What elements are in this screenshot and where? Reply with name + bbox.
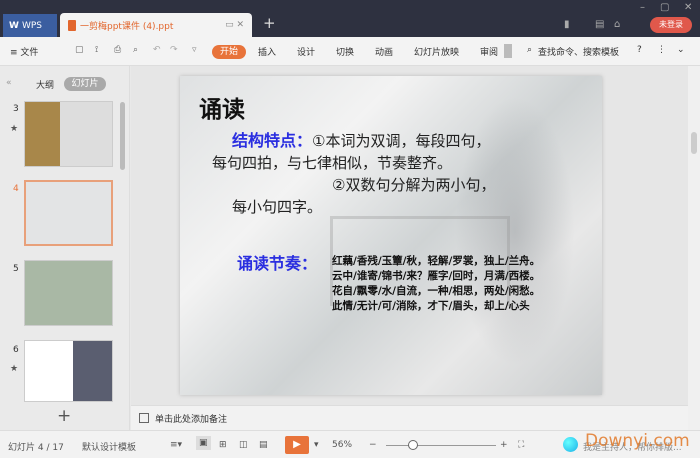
maximize-icon[interactable]: ▢ [660,2,669,13]
presenter-view-icon[interactable]: ▤ [259,440,268,450]
wps-logo-icon: W [9,20,19,31]
format-painter-icon[interactable]: ⟟ [95,45,98,55]
tab-outline[interactable]: 大纲 [36,78,54,91]
minimize-icon[interactable]: – [640,2,645,13]
zoom-slider[interactable] [386,445,496,446]
structure-label: 结构特点： [232,131,313,150]
rhythm-label: 诵读节奏： [237,254,318,273]
watermark: Downyi.com [585,431,690,451]
fit-window-icon[interactable]: ⛶ [518,440,524,450]
text-line: 每句四拍，与七律相似，节奏整齐。 [212,154,453,172]
more-icon[interactable]: ▿ [192,45,197,55]
assistant-orb-icon[interactable] [563,437,578,452]
structure-text: 结构特点：①本词为双调，每段四句， 每句四拍，与七律相似，节奏整齐。 ②双数句分… [212,130,532,218]
text-line: 每小句四字。 [232,198,323,216]
file-menu[interactable]: ≡ 文件 [10,45,38,58]
slide-sorter-icon[interactable]: ⊞ [219,440,227,450]
slide-thumbnail-3[interactable] [24,101,113,167]
notes-placeholder[interactable]: 单击此处添加备注 [155,412,227,425]
search-icon[interactable]: ⌕ [527,45,532,55]
animation-star-icon: ★ [10,364,19,374]
play-dropdown-icon[interactable]: ▾ [314,440,319,450]
zoom-out-button[interactable]: − [369,440,377,450]
undo-icon[interactable]: ↶ [153,45,161,55]
print-icon[interactable]: ⎙ [114,45,121,55]
text-line: 花自/飘零/水/自流，一种/相思，两处/闲愁。 [332,285,541,297]
search-commands[interactable]: 查找命令、搜索模板 [538,45,619,58]
template-name[interactable]: 默认设计模板 [82,440,136,453]
ppt-file-icon [68,19,76,31]
doc-title: 一剪梅ppt课件 (4).ppt [80,21,174,32]
status-bar: 幻灯片 4 / 17 默认设计模板 ≡▾ ▣ ⊞ ◫ ▤ ▶ ▾ 56% − +… [0,430,700,458]
slide[interactable]: 诵读 结构特点：①本词为双调，每段四句， 每句四拍，与七律相似，节奏整齐。 ②双… [180,76,602,395]
notes-toggle-icon[interactable]: ≡▾ [170,440,182,450]
login-button[interactable]: 未登录 [650,17,692,33]
toolbar: ≡ 文件 ▢ ⟟ ⎙ ⌕ ↶ ↷ ▿ 开始 插入 设计 切换 动画 幻灯片放映 … [0,37,700,66]
add-slide-button[interactable]: + [57,406,71,426]
slide-thumbnail-4[interactable] [24,180,113,246]
panel-scrollbar[interactable] [120,102,125,170]
rhythm-text: 红藕/香残/玉簟/秋，轻解/罗裳，独上/兰舟。 云中/谁寄/锦书/来？雁字/回时… [332,254,540,314]
tab-insert[interactable]: 插入 [258,45,276,58]
document-tab[interactable]: 一剪梅ppt课件 (4).ppt ▭ ✕ [60,13,252,37]
slide-canvas: 诵读 结构特点：①本词为双调，每段四句， 每句四拍，与七律相似，节奏整齐。 ②双… [131,66,688,405]
slide-number: 5 [13,264,19,274]
notes-bar[interactable]: 单击此处添加备注 [131,405,688,430]
tab-slides[interactable]: 幻灯片 [64,77,106,91]
more-options-icon[interactable]: ⋮ [657,45,666,55]
redo-icon[interactable]: ↷ [170,45,178,55]
tab-scroll-button[interactable] [504,44,512,58]
tab-animation[interactable]: 动画 [375,45,393,58]
text-line: 此情/无计/可/消除，才下/眉头，却上/心头 [332,300,530,312]
close-window-icon[interactable]: ✕ [684,2,692,13]
play-slideshow-button[interactable]: ▶ [285,436,309,454]
normal-view-icon[interactable]: ▣ [196,436,211,450]
close-tab-icon[interactable]: ▭ ✕ [225,20,244,30]
tab-transition[interactable]: 切换 [336,45,354,58]
layout-icon[interactable]: ▮ [564,19,570,30]
preview-icon[interactable]: ⌕ [133,45,138,55]
slide-number: 4 [13,184,19,194]
slide-thumbnail-5[interactable] [24,260,113,326]
collapse-ribbon-icon[interactable]: ⌄ [677,45,685,55]
slide-title: 诵读 [199,97,245,123]
collapse-panel-icon[interactable]: « [6,78,12,88]
title-bar: W WPS 一剪梅ppt课件 (4).ppt ▭ ✕ + ▮ ▤ ⌂ – ▢ ✕ 未… [0,0,700,37]
help-button[interactable]: ? [637,45,642,55]
wps-home-tab[interactable]: W WPS [3,14,57,37]
new-tab-button[interactable]: + [263,14,276,32]
shirt-icon[interactable]: ⌂ [614,19,620,30]
text-line: ②双数句分解为两小句， [332,176,496,194]
scroll-thumb[interactable] [691,132,697,154]
notes-icon [139,413,149,423]
slide-counter: 幻灯片 4 / 17 [8,443,64,453]
vertical-scrollbar[interactable] [688,66,700,430]
wps-label: WPS [21,20,42,31]
skin-icon[interactable]: ▤ [595,19,604,30]
reading-view-icon[interactable]: ◫ [239,440,248,450]
tab-start[interactable]: 开始 [212,45,246,59]
save-icon[interactable]: ▢ [75,45,84,55]
zoom-in-button[interactable]: + [500,440,508,450]
tab-slideshow[interactable]: 幻灯片放映 [414,45,459,58]
text-line: ①本词为双调，每段四句， [312,132,491,150]
slide-thumbnail-6[interactable] [24,340,113,402]
text-line: 云中/谁寄/锦书/来？雁字/回时，月满/西楼。 [332,270,541,282]
animation-star-icon: ★ [10,124,19,134]
tab-design[interactable]: 设计 [297,45,315,58]
slide-panel: « 大纲 幻灯片 3 ★ 4 5 6 ★ + [0,66,130,430]
zoom-level[interactable]: 56% [332,440,352,450]
slide-number: 6 [13,345,19,355]
slide-number: 3 [13,104,19,114]
zoom-slider-knob[interactable] [408,440,418,450]
tab-review[interactable]: 审阅 [480,45,498,58]
text-line: 红藕/香残/玉簟/秋，轻解/罗裳，独上/兰舟。 [332,255,541,267]
